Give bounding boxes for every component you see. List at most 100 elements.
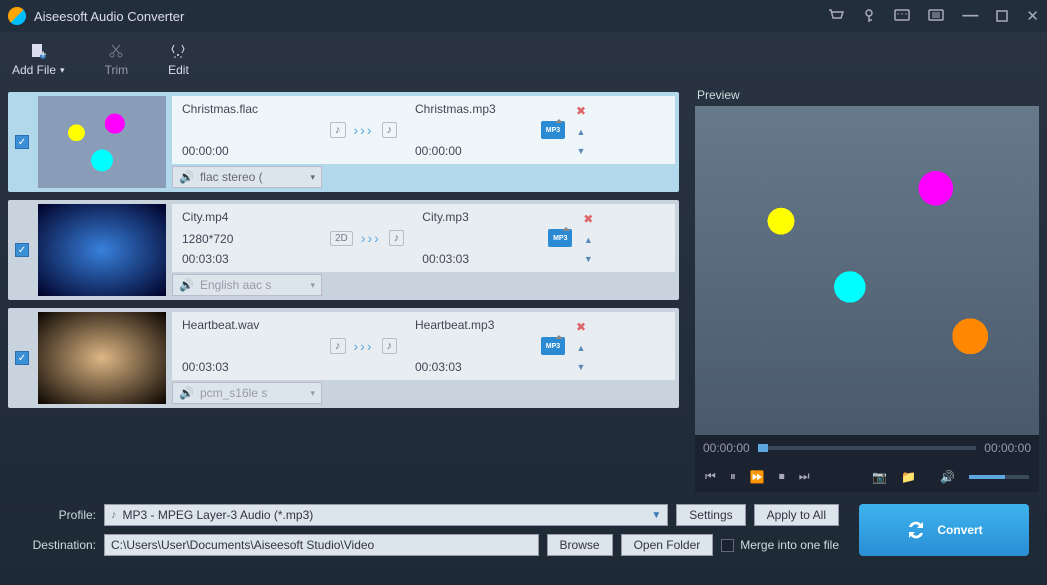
chevron-down-icon: ▾: [310, 388, 315, 399]
titlebar-controls: ··· — ✕: [828, 7, 1039, 25]
convert-button[interactable]: Convert: [859, 504, 1029, 556]
remove-file-button[interactable]: ✖: [576, 320, 586, 334]
file-item[interactable]: ✓ City.mp4 1280*720 00:03:03 2D ››› ♪: [8, 200, 679, 300]
svg-text:···: ···: [896, 9, 908, 20]
merge-label: Merge into one file: [740, 538, 839, 552]
edit-button[interactable]: Edit: [168, 43, 189, 77]
file-thumbnail[interactable]: [38, 204, 166, 296]
remove-file-button[interactable]: ✖: [583, 212, 593, 226]
titlebar: Aiseesoft Audio Converter ··· — ✕: [0, 0, 1047, 32]
profile-value: MP3 - MPEG Layer-3 Audio (*.mp3): [123, 508, 314, 522]
fast-forward-button[interactable]: ⏩: [750, 470, 765, 484]
toolbar: + Add File ▾ Trim Edit: [0, 32, 1047, 88]
svg-text:+: +: [40, 47, 47, 59]
language-icon[interactable]: ···: [894, 9, 910, 23]
menu-icon[interactable]: [928, 9, 944, 23]
dest-filename: Christmas.mp3: [415, 102, 525, 116]
close-icon[interactable]: ✕: [1026, 7, 1039, 25]
trim-button[interactable]: Trim: [105, 43, 129, 77]
minimize-icon[interactable]: —: [962, 7, 978, 25]
next-button[interactable]: ⏭: [799, 469, 810, 484]
move-down-button[interactable]: ▼: [577, 362, 586, 372]
open-folder-button[interactable]: Open Folder: [621, 534, 714, 556]
audio-track-dropdown[interactable]: 🔊 flac stereo ( ▾: [172, 166, 322, 188]
move-down-button[interactable]: ▼: [577, 146, 586, 156]
preview-timeline: 00:00:00 00:00:00: [695, 435, 1039, 461]
dest-duration: 00:03:03: [422, 252, 532, 266]
source-filename: City.mp4: [182, 210, 312, 224]
convert-arrow-icon: ›››: [354, 122, 374, 138]
merge-checkbox[interactable]: Merge into one file: [721, 538, 839, 552]
timeline-track[interactable]: [758, 446, 977, 450]
prev-button[interactable]: ⏮: [705, 469, 716, 484]
audio-track-dropdown[interactable]: 🔊 pcm_s16le s ▾: [172, 382, 322, 404]
cart-icon[interactable]: [828, 9, 844, 23]
file-checkbox[interactable]: ✓: [15, 243, 29, 257]
source-duration: 00:00:00: [182, 144, 312, 158]
snapshot-button[interactable]: 📷: [872, 470, 887, 484]
move-up-button[interactable]: ▲: [584, 235, 593, 245]
preview-controls: ⏮ ⏸ ⏩ ⏹ ⏭ 📷 📁 🔊: [695, 461, 1039, 492]
dest-duration: 00:03:03: [415, 360, 525, 374]
speaker-icon: 🔊: [179, 278, 194, 292]
key-icon[interactable]: [862, 9, 876, 23]
mp3-icon: MP3: [541, 121, 565, 139]
move-up-button[interactable]: ▲: [577, 343, 586, 353]
destination-input[interactable]: C:\Users\User\Documents\Aiseesoft Studio…: [104, 534, 539, 556]
audio-track-label: English aac s: [200, 278, 271, 292]
profile-dropdown[interactable]: ♪ MP3 - MPEG Layer-3 Audio (*.mp3) ▼: [104, 504, 668, 526]
preview-media[interactable]: [695, 106, 1039, 435]
remove-file-button[interactable]: ✖: [576, 104, 586, 118]
source-filename: Heartbeat.wav: [182, 318, 312, 332]
volume-slider[interactable]: [969, 475, 1029, 479]
file-list: ✓ Christmas.flac 00:00:00 ♪ ››› ♪ Christ…: [0, 88, 687, 492]
preview-panel: Preview 00:00:00 00:00:00 ⏮ ⏸ ⏩ ⏹ ⏭ 📷 📁 …: [687, 88, 1047, 492]
dest-filename: Heartbeat.mp3: [415, 318, 525, 332]
open-folder-icon[interactable]: 📁: [901, 470, 916, 484]
main-area: ✓ Christmas.flac 00:00:00 ♪ ››› ♪ Christ…: [0, 88, 1047, 492]
move-down-button[interactable]: ▼: [584, 254, 593, 264]
source-format-badge: 2D: [330, 231, 353, 246]
file-thumbnail[interactable]: [38, 96, 166, 188]
file-checkbox[interactable]: ✓: [15, 135, 29, 149]
source-format-badge: ♪: [330, 338, 346, 354]
file-checkbox[interactable]: ✓: [15, 351, 29, 365]
file-item[interactable]: ✓ Heartbeat.wav 00:03:03 ♪ ››› ♪ Heartbe…: [8, 308, 679, 408]
dest-filename: City.mp3: [422, 210, 532, 224]
trim-label: Trim: [105, 63, 129, 77]
add-file-button[interactable]: + Add File ▾: [12, 43, 65, 77]
dest-duration: 00:00:00: [415, 144, 525, 158]
stop-button[interactable]: ⏹: [779, 469, 785, 484]
source-duration: 00:03:03: [182, 360, 312, 374]
settings-button[interactable]: Settings: [676, 504, 745, 526]
speaker-icon: 🔊: [179, 386, 194, 400]
browse-button[interactable]: Browse: [547, 534, 613, 556]
convert-icon: [905, 519, 927, 541]
source-filename: Christmas.flac: [182, 102, 312, 116]
profile-label: Profile:: [18, 508, 96, 522]
move-up-button[interactable]: ▲: [577, 127, 586, 137]
mp3-icon: MP3: [548, 229, 572, 247]
file-item[interactable]: ✓ Christmas.flac 00:00:00 ♪ ››› ♪ Christ…: [8, 92, 679, 192]
audio-track-label: pcm_s16le s: [200, 386, 267, 400]
app-title: Aiseesoft Audio Converter: [34, 9, 828, 24]
audio-track-dropdown[interactable]: 🔊 English aac s ▾: [172, 274, 322, 296]
file-thumbnail[interactable]: [38, 312, 166, 404]
timeline-start: 00:00:00: [703, 441, 750, 455]
maximize-icon[interactable]: [996, 10, 1008, 22]
source-duration: 00:03:03: [182, 252, 312, 266]
timeline-end: 00:00:00: [984, 441, 1031, 455]
timeline-thumb[interactable]: [758, 444, 768, 452]
dest-format-badge: ♪: [382, 338, 398, 354]
pause-button[interactable]: ⏸: [730, 469, 736, 484]
apply-all-button[interactable]: Apply to All: [754, 504, 839, 526]
volume-icon[interactable]: 🔊: [940, 470, 955, 484]
music-note-icon: ♪: [111, 509, 117, 521]
chevron-down-icon: ▾: [60, 65, 65, 76]
add-file-label: Add File: [12, 63, 56, 77]
bottom-bar: Profile: ♪ MP3 - MPEG Layer-3 Audio (*.m…: [0, 492, 1047, 568]
preview-label: Preview: [695, 88, 1039, 102]
source-resolution: 1280*720: [182, 232, 312, 246]
chevron-down-icon: ▾: [310, 172, 315, 183]
dest-format-badge: ♪: [389, 230, 405, 246]
